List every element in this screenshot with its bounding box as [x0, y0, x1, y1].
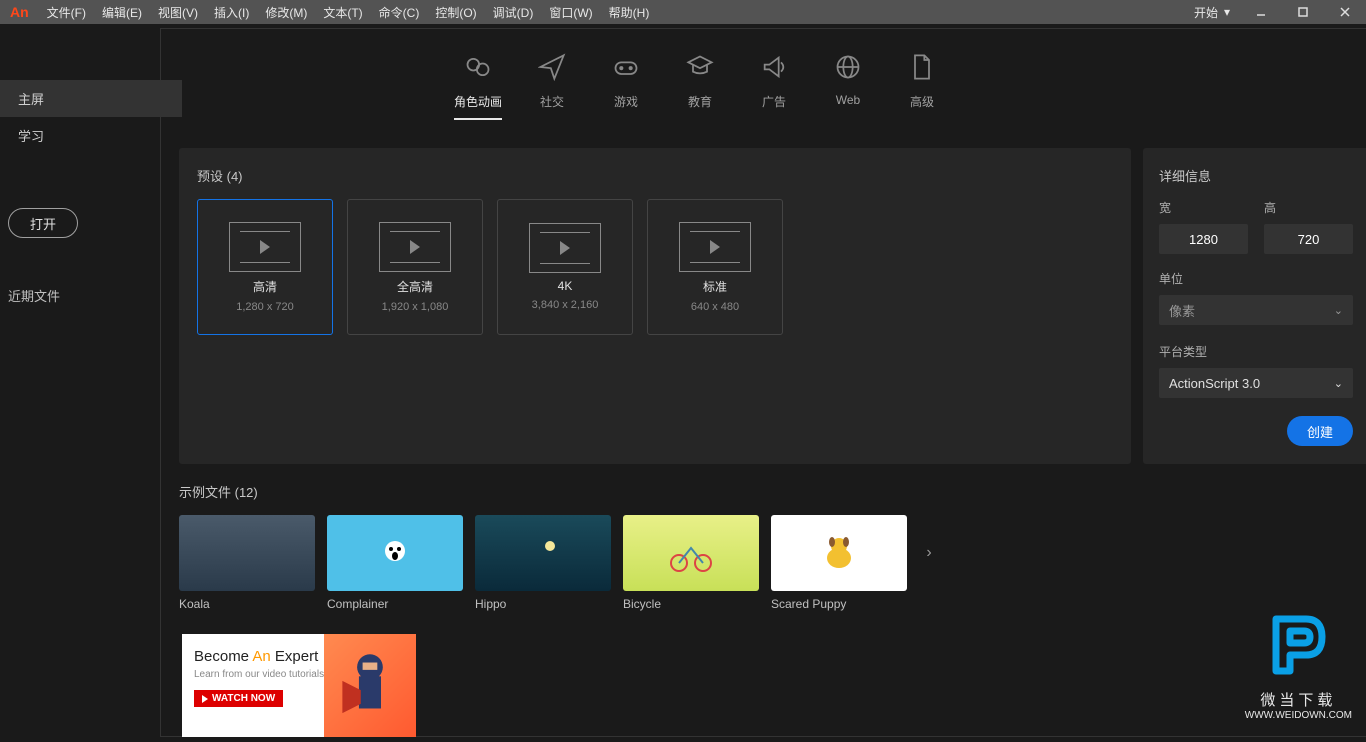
- banner-illustration: [324, 634, 416, 737]
- unit-label: 单位: [1159, 270, 1353, 287]
- globe-icon: [834, 53, 862, 81]
- height-label: 高: [1264, 199, 1353, 216]
- graduation-icon: [686, 53, 714, 81]
- app-logo: An: [0, 4, 39, 20]
- sample-thumb: [179, 515, 315, 591]
- menubar: An 文件(F) 编辑(E) 视图(V) 插入(I) 修改(M) 文本(T) 命…: [0, 0, 1366, 24]
- presets-panel: 预设 (4) 高清 1,280 x 720 全高清 1,920 x 1,080: [179, 148, 1131, 464]
- gamepad-icon: [612, 53, 640, 81]
- banner-title: Become An Expert: [194, 648, 324, 665]
- megaphone-icon: [760, 53, 788, 81]
- tab-social[interactable]: 社交: [515, 53, 589, 120]
- menu-command[interactable]: 命令(C): [371, 4, 428, 21]
- banner-subtitle: Learn from our video tutorials: [194, 669, 324, 680]
- sample-puppy[interactable]: Scared Puppy: [771, 515, 907, 611]
- platform-label: 平台类型: [1159, 343, 1353, 360]
- preset-4k[interactable]: 4K 3,840 x 2,160: [497, 199, 633, 335]
- close-button[interactable]: [1324, 0, 1366, 24]
- menu-view[interactable]: 视图(V): [150, 4, 206, 21]
- preset-thumb-icon: [529, 223, 601, 273]
- menu-insert[interactable]: 插入(I): [206, 4, 257, 21]
- chevron-down-icon: ▾: [1224, 5, 1230, 19]
- create-button[interactable]: 创建: [1287, 416, 1353, 446]
- watermark: 微当下载 WWW.WEIDOWN.COM: [1245, 607, 1352, 721]
- category-tabs: 角色动画 社交 游戏 教育 广告 Web: [161, 29, 1366, 136]
- samples-next-arrow[interactable]: ›: [919, 515, 939, 591]
- sample-koala[interactable]: Koala: [179, 515, 315, 611]
- tab-web[interactable]: Web: [811, 53, 885, 120]
- presets-title: 预设 (4): [197, 166, 1113, 185]
- details-panel: 详细信息 宽 高 单位 像素⌄ 平台类型 ActionScript 3.0⌄ 创…: [1143, 148, 1366, 464]
- menu-edit[interactable]: 编辑(E): [94, 4, 150, 21]
- watermark-logo-icon: [1260, 607, 1336, 683]
- chevron-down-icon: ⌄: [1334, 304, 1343, 317]
- preset-fullhd[interactable]: 全高清 1,920 x 1,080: [347, 199, 483, 335]
- preset-thumb-icon: [379, 222, 451, 272]
- tab-education[interactable]: 教育: [663, 53, 737, 120]
- menu-window[interactable]: 窗口(W): [541, 4, 600, 21]
- play-icon: [202, 695, 208, 703]
- nav-home[interactable]: 主屏: [0, 80, 182, 117]
- minimize-button[interactable]: [1240, 0, 1282, 24]
- menu-file[interactable]: 文件(F): [39, 4, 94, 21]
- menu-text[interactable]: 文本(T): [315, 4, 370, 21]
- preset-thumb-icon: [229, 222, 301, 272]
- start-dropdown[interactable]: 开始▾: [1184, 4, 1240, 21]
- sample-thumb: [475, 515, 611, 591]
- preset-sd[interactable]: 标准 640 x 480: [647, 199, 783, 335]
- tab-game[interactable]: 游戏: [589, 53, 663, 120]
- sample-bicycle[interactable]: Bicycle: [623, 515, 759, 611]
- sample-complainer[interactable]: Complainer: [327, 515, 463, 611]
- samples-title: 示例文件 (12): [179, 482, 1366, 501]
- character-icon: [464, 53, 492, 81]
- sample-hippo[interactable]: Hippo: [475, 515, 611, 611]
- chevron-down-icon: ⌄: [1334, 377, 1343, 390]
- sample-thumb: [327, 515, 463, 591]
- menu-control[interactable]: 控制(O): [427, 4, 484, 21]
- menu-debug[interactable]: 调试(D): [485, 4, 542, 21]
- preset-hd[interactable]: 高清 1,280 x 720: [197, 199, 333, 335]
- expert-banner[interactable]: Become An Expert Learn from our video tu…: [182, 634, 416, 737]
- height-input[interactable]: [1264, 224, 1353, 254]
- tab-advanced[interactable]: 高级: [885, 53, 959, 120]
- nav-learn[interactable]: 学习: [0, 117, 182, 154]
- menu-help[interactable]: 帮助(H): [601, 4, 658, 21]
- tab-character[interactable]: 角色动画: [441, 53, 515, 120]
- details-title: 详细信息: [1159, 166, 1353, 185]
- maximize-button[interactable]: [1282, 0, 1324, 24]
- paperplane-icon: [538, 53, 566, 81]
- preset-thumb-icon: [679, 222, 751, 272]
- recent-files-label: 近期文件: [0, 286, 182, 305]
- unit-dropdown[interactable]: 像素⌄: [1159, 295, 1353, 325]
- sample-thumb: [771, 515, 907, 591]
- menu-modify[interactable]: 修改(M): [257, 4, 315, 21]
- platform-dropdown[interactable]: ActionScript 3.0⌄: [1159, 368, 1353, 398]
- sample-thumb: [623, 515, 759, 591]
- sidebar: 主屏 学习 打开 近期文件: [0, 24, 182, 737]
- width-label: 宽: [1159, 199, 1248, 216]
- open-button[interactable]: 打开: [8, 208, 78, 238]
- width-input[interactable]: [1159, 224, 1248, 254]
- watch-now-button[interactable]: WATCH NOW: [194, 690, 283, 707]
- tab-ads[interactable]: 广告: [737, 53, 811, 120]
- file-icon: [908, 53, 936, 81]
